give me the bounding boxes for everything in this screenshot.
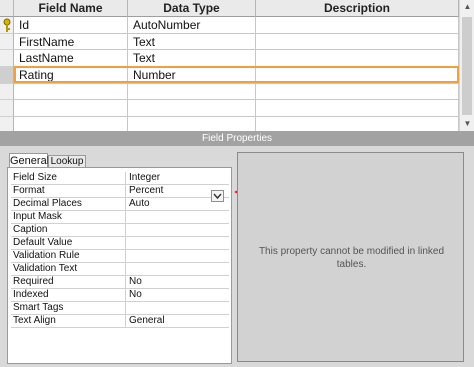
field-name-cell[interactable] [14,84,128,100]
property-label: Caption [11,224,126,237]
description-cell[interactable] [256,17,459,34]
field-name-cell[interactable] [14,100,128,117]
property-label: Smart Tags [11,302,126,315]
property-help-text: This property cannot be modified in link… [258,246,445,270]
row-selector[interactable] [0,17,14,34]
property-sheet: Field Size Integer Format Percent Decima… [7,167,232,364]
data-type-cell[interactable]: Text [128,34,256,50]
property-label: Validation Text [11,263,126,276]
scroll-up-icon[interactable]: ▲ [460,0,474,14]
property-label: Default Value [11,237,126,250]
dropdown-arrow-icon [213,193,222,200]
property-label: Indexed [11,289,126,302]
key-icon [3,18,11,32]
vertical-scrollbar[interactable]: ▲ ▼ [459,0,474,131]
tab-general[interactable]: General [9,153,49,168]
header-data-type[interactable]: Data Type [128,0,256,17]
property-value-text-align[interactable]: General [126,315,229,328]
row-selector[interactable] [0,34,14,50]
row-selector[interactable] [0,84,14,100]
property-value-input-mask[interactable] [126,211,229,224]
property-value-caption[interactable] [126,224,229,237]
header-description[interactable]: Description [256,0,459,17]
row-selector[interactable] [0,50,14,67]
data-type-cell[interactable]: Text [128,50,256,67]
property-label: Validation Rule [11,250,126,263]
description-cell[interactable] [256,50,459,67]
data-type-cell[interactable] [128,84,256,100]
property-value-indexed[interactable]: No [126,289,229,302]
field-grid: Field Name Data Type Description Id Auto… [0,0,474,131]
property-label: Required [11,276,126,289]
data-type-cell[interactable] [128,100,256,117]
field-name-cell[interactable]: Rating [14,67,128,84]
property-label: Field Size [11,172,126,185]
property-value-smart-tags[interactable] [126,302,229,315]
field-properties-bar: Field Properties [0,131,474,146]
description-cell[interactable] [256,117,459,131]
format-dropdown-button[interactable] [211,190,224,202]
field-name-cell[interactable]: FirstName [14,34,128,50]
property-value-validation-text[interactable] [126,263,229,276]
property-help-panel: This property cannot be modified in link… [237,152,464,362]
property-label: Input Mask [11,211,126,224]
property-value-required[interactable]: No [126,276,229,289]
description-cell[interactable] [256,34,459,50]
grid-corner[interactable] [0,0,14,17]
scroll-thumb[interactable] [462,17,472,115]
scroll-down-icon[interactable]: ▼ [460,117,474,131]
data-type-cell[interactable]: AutoNumber [128,17,256,34]
description-cell[interactable] [256,84,459,100]
field-name-cell[interactable]: LastName [14,50,128,67]
description-cell[interactable] [256,100,459,117]
row-selector-current[interactable] [0,67,14,84]
property-value-field-size[interactable]: Integer [126,172,229,185]
property-value-validation-rule[interactable] [126,250,229,263]
description-cell[interactable] [256,67,459,84]
field-name-cell[interactable]: Id [14,17,128,34]
field-name-cell[interactable] [14,117,128,131]
data-type-cell[interactable] [128,117,256,131]
property-label: Text Align [11,315,126,328]
data-type-cell[interactable]: Number [128,67,256,84]
header-field-name[interactable]: Field Name [14,0,128,17]
property-label: Decimal Places [11,198,126,211]
property-value-default-value[interactable] [126,237,229,250]
row-selector[interactable] [0,100,14,117]
property-label: Format [11,185,126,198]
row-selector[interactable] [0,117,14,131]
